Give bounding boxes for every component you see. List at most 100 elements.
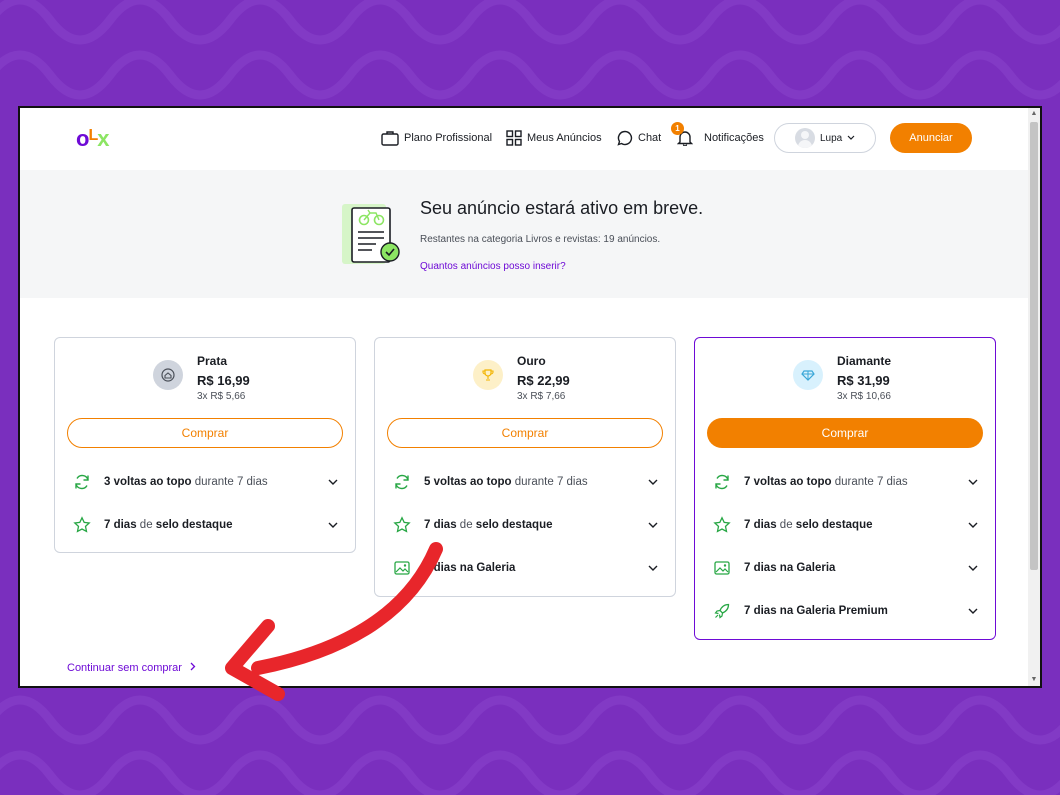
user-name: Lupa (820, 132, 843, 144)
chevron-down-icon (847, 135, 855, 140)
feature-strong: 7 voltas ao topo (744, 476, 832, 488)
top-navbar: oLx Plano Profissional Meus Anúncios Cha… (20, 108, 1030, 170)
logo-letter-l: L (88, 127, 98, 144)
nav-notificacoes[interactable]: Notificações (677, 130, 764, 146)
feature-strong-2: selo destaque (475, 519, 553, 531)
star-icon (393, 516, 411, 533)
comprar-button-ouro[interactable]: Comprar (387, 418, 663, 448)
feature-selo-destaque[interactable]: 7 dias de selo destaque (713, 514, 979, 536)
logo-letter-x: x (97, 126, 109, 151)
plan-installments: 3x R$ 7,66 (517, 391, 566, 402)
plan-price: R$ 22,99 (517, 373, 570, 388)
logo-letter-o: o (76, 126, 89, 151)
feature-strong: 3 voltas ao topo (104, 476, 192, 488)
plan-price: R$ 31,99 (837, 373, 890, 388)
plan-badge-diamante (793, 360, 823, 390)
refresh-icon (715, 474, 729, 490)
plan-installments: 3x R$ 5,66 (197, 391, 246, 402)
chevron-down-icon (968, 608, 978, 614)
plan-name: Prata (197, 354, 228, 368)
plan-card-prata: Prata R$ 16,99 3x R$ 5,66 Comprar 3 volt… (54, 337, 356, 553)
feature-selo-destaque[interactable]: 7 dias de selo destaque (393, 514, 659, 536)
refresh-icon (75, 474, 89, 490)
trophy-icon (482, 369, 494, 381)
chevron-down-icon (968, 565, 978, 571)
feature-strong: 7 dias (424, 519, 457, 531)
browser-window: oLx Plano Profissional Meus Anúncios Cha… (18, 106, 1042, 688)
continuar-sem-comprar-link[interactable]: Continuar sem comprar (67, 662, 197, 674)
grid-icon (506, 130, 522, 146)
plan-card-diamante: Diamante R$ 31,99 3x R$ 10,66 Comprar 7 … (694, 337, 996, 640)
nav-plano-profissional[interactable]: Plano Profissional (381, 130, 492, 146)
feature-voltas-topo[interactable]: 7 voltas ao topo durante 7 dias (713, 471, 979, 493)
nav-chat[interactable]: Chat (617, 130, 661, 146)
scroll-down-icon[interactable]: ▼ (1030, 676, 1038, 684)
plan-badge-prata (153, 360, 183, 390)
chevron-down-icon (648, 565, 658, 571)
plan-name: Diamante (837, 354, 892, 368)
scroll-up-icon[interactable]: ▲ (1030, 110, 1038, 118)
nav-label: Chat (638, 132, 662, 144)
plan-card-ouro: Ouro R$ 22,99 3x R$ 7,66 Comprar 5 volta… (374, 337, 676, 597)
feature-rest: durante 7 dias (511, 476, 588, 488)
chevron-right-icon (190, 662, 196, 671)
gallery-icon (714, 561, 730, 575)
refresh-icon (395, 474, 409, 490)
rocket-icon (714, 603, 730, 619)
feature-galeria-premium[interactable]: 7 dias na Galeria Premium (713, 600, 979, 622)
feature-rest: durante 7 dias (191, 476, 268, 488)
plan-installments: 3x R$ 10,66 (837, 391, 891, 402)
document-check-illustration (342, 204, 400, 264)
chevron-down-icon (328, 479, 338, 485)
chevron-down-icon (328, 522, 338, 528)
comprar-button-prata[interactable]: Comprar (67, 418, 343, 448)
chevron-down-icon (648, 479, 658, 485)
feature-rest: durante 7 dias (831, 476, 908, 488)
feature-selo-destaque[interactable]: 7 dias de selo destaque (73, 514, 339, 536)
feature-strong: 7 dias (104, 519, 137, 531)
feature-strong: 5 voltas ao topo (424, 476, 512, 488)
notification-badge: 1 (671, 122, 684, 135)
feature-mid: de (136, 519, 156, 531)
feature-voltas-topo[interactable]: 5 voltas ao topo durante 7 dias (393, 471, 659, 493)
feature-strong: 7 dias na Galeria (744, 562, 836, 574)
avatar (795, 128, 815, 148)
star-icon (713, 516, 731, 533)
banner-title: Seu anúncio estará ativo em breve. (420, 198, 704, 218)
briefcase-icon (381, 131, 399, 146)
gallery-icon (394, 561, 410, 575)
star-icon (73, 516, 91, 533)
banner-subtitle: Restantes na categoria Livros e revistas… (420, 234, 661, 245)
diamond-icon (801, 370, 815, 381)
chevron-down-icon (968, 522, 978, 528)
status-banner: Seu anúncio estará ativo em breve. Resta… (20, 170, 1030, 298)
olx-logo[interactable]: oLx (76, 126, 110, 152)
chevron-down-icon (648, 522, 658, 528)
feature-strong: 7 dias na Galeria Premium (744, 605, 888, 617)
nav-meus-anuncios[interactable]: Meus Anúncios (506, 130, 602, 146)
nav-label: Plano Profissional (404, 132, 493, 144)
plan-name: Ouro (517, 354, 546, 368)
feature-strong: 7 dias na Galeria (424, 562, 516, 574)
quantos-anuncios-link[interactable]: Quantos anúncios posso inserir? (420, 261, 566, 272)
feature-mid: de (776, 519, 796, 531)
nav-label: Notificações (704, 132, 764, 144)
feature-voltas-topo[interactable]: 3 voltas ao topo durante 7 dias (73, 471, 339, 493)
feature-strong-2: selo destaque (155, 519, 233, 531)
chevron-down-icon (968, 479, 978, 485)
anunciar-button[interactable]: Anunciar (890, 123, 972, 153)
plan-price: R$ 16,99 (197, 373, 250, 388)
vertical-scrollbar[interactable]: ▲ ▼ (1028, 108, 1040, 686)
feature-mid: de (456, 519, 476, 531)
user-menu-button[interactable]: Lupa (774, 123, 876, 153)
house-badge-icon (161, 368, 175, 382)
feature-galeria[interactable]: 7 dias na Galeria (713, 557, 979, 579)
nav-label: Meus Anúncios (527, 132, 602, 144)
feature-strong-2: selo destaque (795, 519, 873, 531)
scroll-thumb[interactable] (1030, 122, 1038, 570)
feature-strong: 7 dias (744, 519, 777, 531)
comprar-button-diamante[interactable]: Comprar (707, 418, 983, 448)
plan-badge-ouro (473, 360, 503, 390)
chat-bubble-icon (617, 130, 633, 146)
feature-galeria[interactable]: 7 dias na Galeria (393, 557, 659, 579)
